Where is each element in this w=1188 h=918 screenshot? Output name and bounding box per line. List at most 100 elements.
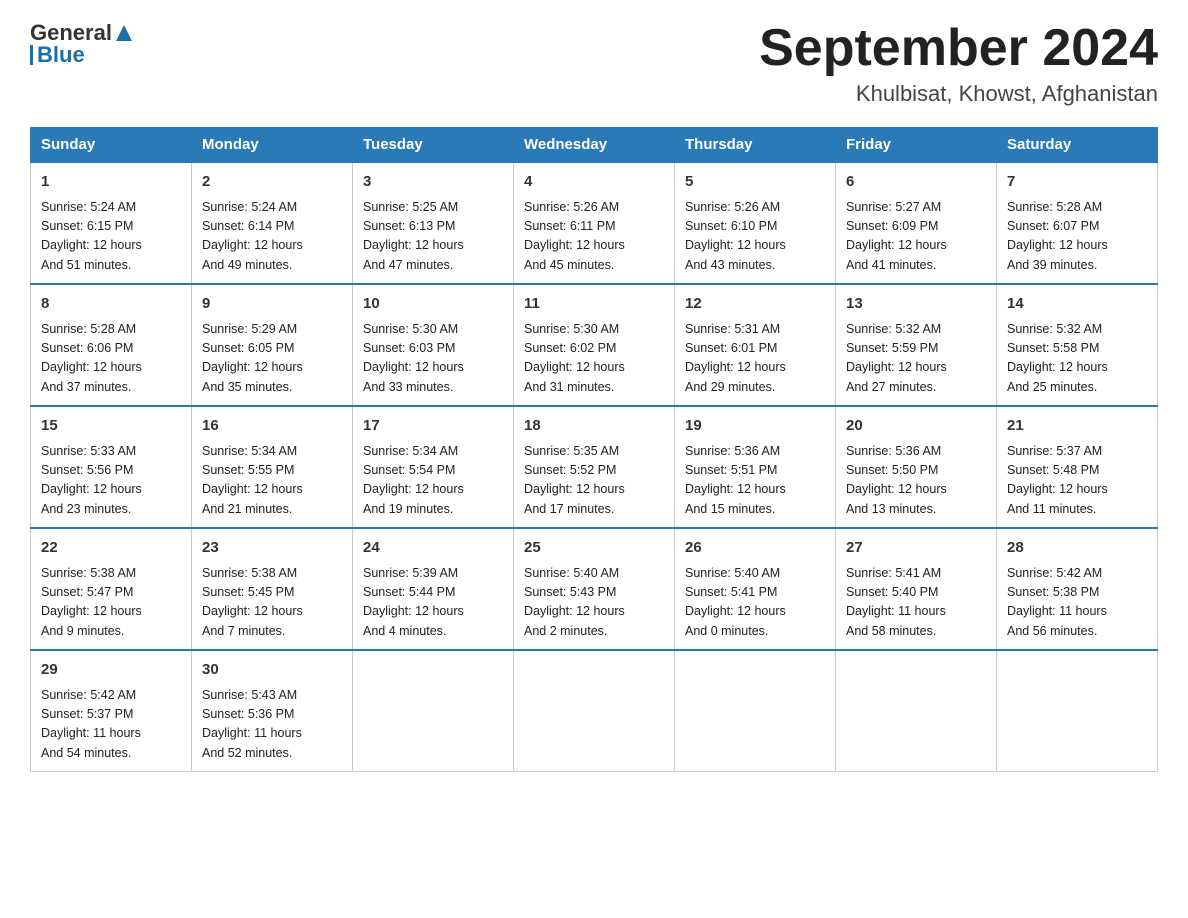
day-info-full: Sunrise: 5:30 AMSunset: 6:02 PMDaylight:… xyxy=(524,320,664,398)
day-number: 8 xyxy=(41,293,181,316)
logo-blue-text: Blue xyxy=(37,42,85,68)
day-number: 22 xyxy=(41,537,181,560)
day-info-full: Sunrise: 5:34 AMSunset: 5:55 PMDaylight:… xyxy=(202,442,342,520)
day-cell: 26 Sunrise: 5:40 AMSunset: 5:41 PMDayligh… xyxy=(675,528,836,650)
day-number: 2 xyxy=(202,171,342,194)
day-number: 26 xyxy=(685,537,825,560)
col-header-tuesday: Tuesday xyxy=(353,128,514,163)
day-number: 3 xyxy=(363,171,503,194)
day-cell: 6 Sunrise: 5:27 AMSunset: 6:09 PMDaylight… xyxy=(836,162,997,284)
week-row-2: 8 Sunrise: 5:28 AMSunset: 6:06 PMDaylight… xyxy=(31,284,1158,406)
calendar-title: September 2024 xyxy=(759,20,1158,77)
day-cell: 11 Sunrise: 5:30 AMSunset: 6:02 PMDayligh… xyxy=(514,284,675,406)
day-cell: 1Sunrise: 5:24 AMSunset: 6:15 PMDaylight… xyxy=(31,162,192,284)
day-info-full: Sunrise: 5:29 AMSunset: 6:05 PMDaylight:… xyxy=(202,320,342,398)
day-cell: 21Sunrise: 5:37 AMSunset: 5:48 PMDayligh… xyxy=(997,406,1158,528)
day-number: 30 xyxy=(202,659,342,682)
day-info-full: Sunrise: 5:34 AMSunset: 5:54 PMDaylight:… xyxy=(363,442,503,520)
day-info-full: Sunrise: 5:26 AMSunset: 6:10 PMDaylight:… xyxy=(685,198,825,276)
day-number: 4 xyxy=(524,171,664,194)
day-cell: 19Sunrise: 5:36 AMSunset: 5:51 PMDayligh… xyxy=(675,406,836,528)
day-cell: 2Sunrise: 5:24 AMSunset: 6:14 PMDaylight… xyxy=(192,162,353,284)
day-info-full: Sunrise: 5:39 AMSunset: 5:44 PMDaylight:… xyxy=(363,564,503,642)
day-info-full: Sunrise: 5:28 AMSunset: 6:06 PMDaylight:… xyxy=(41,320,181,398)
day-info-full: Sunrise: 5:26 AMSunset: 6:11 PMDaylight:… xyxy=(524,198,664,276)
day-number: 16 xyxy=(202,415,342,438)
day-info-full: Sunrise: 5:38 AMSunset: 5:45 PMDaylight:… xyxy=(202,564,342,642)
day-info-full: Sunrise: 5:42 AMSunset: 5:38 PMDaylight:… xyxy=(1007,564,1147,642)
day-number: 17 xyxy=(363,415,503,438)
day-number: 20 xyxy=(846,415,986,438)
col-header-saturday: Saturday xyxy=(997,128,1158,163)
day-number: 10 xyxy=(363,293,503,316)
day-cell: 29Sunrise: 5:42 AMSunset: 5:37 PMDayligh… xyxy=(31,650,192,772)
day-cell: 22 Sunrise: 5:38 AMSunset: 5:47 PMDayligh… xyxy=(31,528,192,650)
col-header-wednesday: Wednesday xyxy=(514,128,675,163)
day-cell: 4 Sunrise: 5:26 AMSunset: 6:11 PMDaylight… xyxy=(514,162,675,284)
day-cell: 16 Sunrise: 5:34 AMSunset: 5:55 PMDayligh… xyxy=(192,406,353,528)
day-number: 24 xyxy=(363,537,503,560)
day-info-full: Sunrise: 5:30 AMSunset: 6:03 PMDaylight:… xyxy=(363,320,503,398)
day-cell: 23 Sunrise: 5:38 AMSunset: 5:45 PMDayligh… xyxy=(192,528,353,650)
day-number: 27 xyxy=(846,537,986,560)
day-number: 12 xyxy=(685,293,825,316)
day-number: 14 xyxy=(1007,293,1147,316)
logo-triangle-icon xyxy=(114,23,134,43)
col-header-monday: Monday xyxy=(192,128,353,163)
week-row-1: 1Sunrise: 5:24 AMSunset: 6:15 PMDaylight… xyxy=(31,162,1158,284)
day-info-full: Sunrise: 5:32 AMSunset: 5:59 PMDaylight:… xyxy=(846,320,986,398)
header-row: SundayMondayTuesdayWednesdayThursdayFrid… xyxy=(31,128,1158,163)
day-cell: 24 Sunrise: 5:39 AMSunset: 5:44 PMDayligh… xyxy=(353,528,514,650)
day-cell: 27 Sunrise: 5:41 AMSunset: 5:40 PMDayligh… xyxy=(836,528,997,650)
day-cell: 8 Sunrise: 5:28 AMSunset: 6:06 PMDaylight… xyxy=(31,284,192,406)
day-cell: 12Sunrise: 5:31 AMSunset: 6:01 PMDayligh… xyxy=(675,284,836,406)
day-cell: 28 Sunrise: 5:42 AMSunset: 5:38 PMDayligh… xyxy=(997,528,1158,650)
day-info-full: Sunrise: 5:33 AMSunset: 5:56 PMDaylight:… xyxy=(41,442,181,520)
day-info-full: Sunrise: 5:40 AMSunset: 5:41 PMDaylight:… xyxy=(685,564,825,642)
day-cell: 14 Sunrise: 5:32 AMSunset: 5:58 PMDayligh… xyxy=(997,284,1158,406)
day-info-full: Sunrise: 5:38 AMSunset: 5:47 PMDaylight:… xyxy=(41,564,181,642)
day-info-full: Sunrise: 5:40 AMSunset: 5:43 PMDaylight:… xyxy=(524,564,664,642)
week-row-3: 15 Sunrise: 5:33 AMSunset: 5:56 PMDayligh… xyxy=(31,406,1158,528)
day-cell: 30 Sunrise: 5:43 AMSunset: 5:36 PMDayligh… xyxy=(192,650,353,772)
page-header: General Blue September 2024 Khulbisat, K… xyxy=(30,20,1158,107)
col-header-thursday: Thursday xyxy=(675,128,836,163)
calendar-table: SundayMondayTuesdayWednesdayThursdayFrid… xyxy=(30,127,1158,772)
day-info-full: Sunrise: 5:43 AMSunset: 5:36 PMDaylight:… xyxy=(202,686,342,764)
title-area: September 2024 Khulbisat, Khowst, Afghan… xyxy=(759,20,1158,107)
day-info-full: Sunrise: 5:35 AMSunset: 5:52 PMDaylight:… xyxy=(524,442,664,520)
day-number: 25 xyxy=(524,537,664,560)
day-cell xyxy=(997,650,1158,772)
day-cell: 5 Sunrise: 5:26 AMSunset: 6:10 PMDaylight… xyxy=(675,162,836,284)
day-cell: 17 Sunrise: 5:34 AMSunset: 5:54 PMDayligh… xyxy=(353,406,514,528)
day-cell xyxy=(514,650,675,772)
day-number: 15 xyxy=(41,415,181,438)
day-number: 28 xyxy=(1007,537,1147,560)
day-cell: 3Sunrise: 5:25 AMSunset: 6:13 PMDaylight… xyxy=(353,162,514,284)
day-number: 13 xyxy=(846,293,986,316)
day-cell: 15 Sunrise: 5:33 AMSunset: 5:56 PMDayligh… xyxy=(31,406,192,528)
calendar-subtitle: Khulbisat, Khowst, Afghanistan xyxy=(759,81,1158,107)
day-info-full: Sunrise: 5:37 AMSunset: 5:48 PMDaylight:… xyxy=(1007,442,1147,520)
day-info-full: Sunrise: 5:41 AMSunset: 5:40 PMDaylight:… xyxy=(846,564,986,642)
day-cell: 18 Sunrise: 5:35 AMSunset: 5:52 PMDayligh… xyxy=(514,406,675,528)
day-cell: 7Sunrise: 5:28 AMSunset: 6:07 PMDaylight… xyxy=(997,162,1158,284)
day-cell xyxy=(353,650,514,772)
day-info-full: Sunrise: 5:42 AMSunset: 5:37 PMDaylight:… xyxy=(41,686,181,764)
day-info-full: Sunrise: 5:36 AMSunset: 5:50 PMDaylight:… xyxy=(846,442,986,520)
day-info-full: Sunrise: 5:28 AMSunset: 6:07 PMDaylight:… xyxy=(1007,198,1147,276)
day-number: 23 xyxy=(202,537,342,560)
day-cell xyxy=(675,650,836,772)
day-number: 6 xyxy=(846,171,986,194)
col-header-friday: Friday xyxy=(836,128,997,163)
week-row-4: 22 Sunrise: 5:38 AMSunset: 5:47 PMDayligh… xyxy=(31,528,1158,650)
day-number: 1 xyxy=(41,171,181,194)
day-info-full: Sunrise: 5:32 AMSunset: 5:58 PMDaylight:… xyxy=(1007,320,1147,398)
day-number: 5 xyxy=(685,171,825,194)
day-info-full: Sunrise: 5:27 AMSunset: 6:09 PMDaylight:… xyxy=(846,198,986,276)
logo: General Blue xyxy=(30,20,134,68)
day-cell: 20 Sunrise: 5:36 AMSunset: 5:50 PMDayligh… xyxy=(836,406,997,528)
day-number: 11 xyxy=(524,293,664,316)
day-number: 9 xyxy=(202,293,342,316)
day-number: 18 xyxy=(524,415,664,438)
